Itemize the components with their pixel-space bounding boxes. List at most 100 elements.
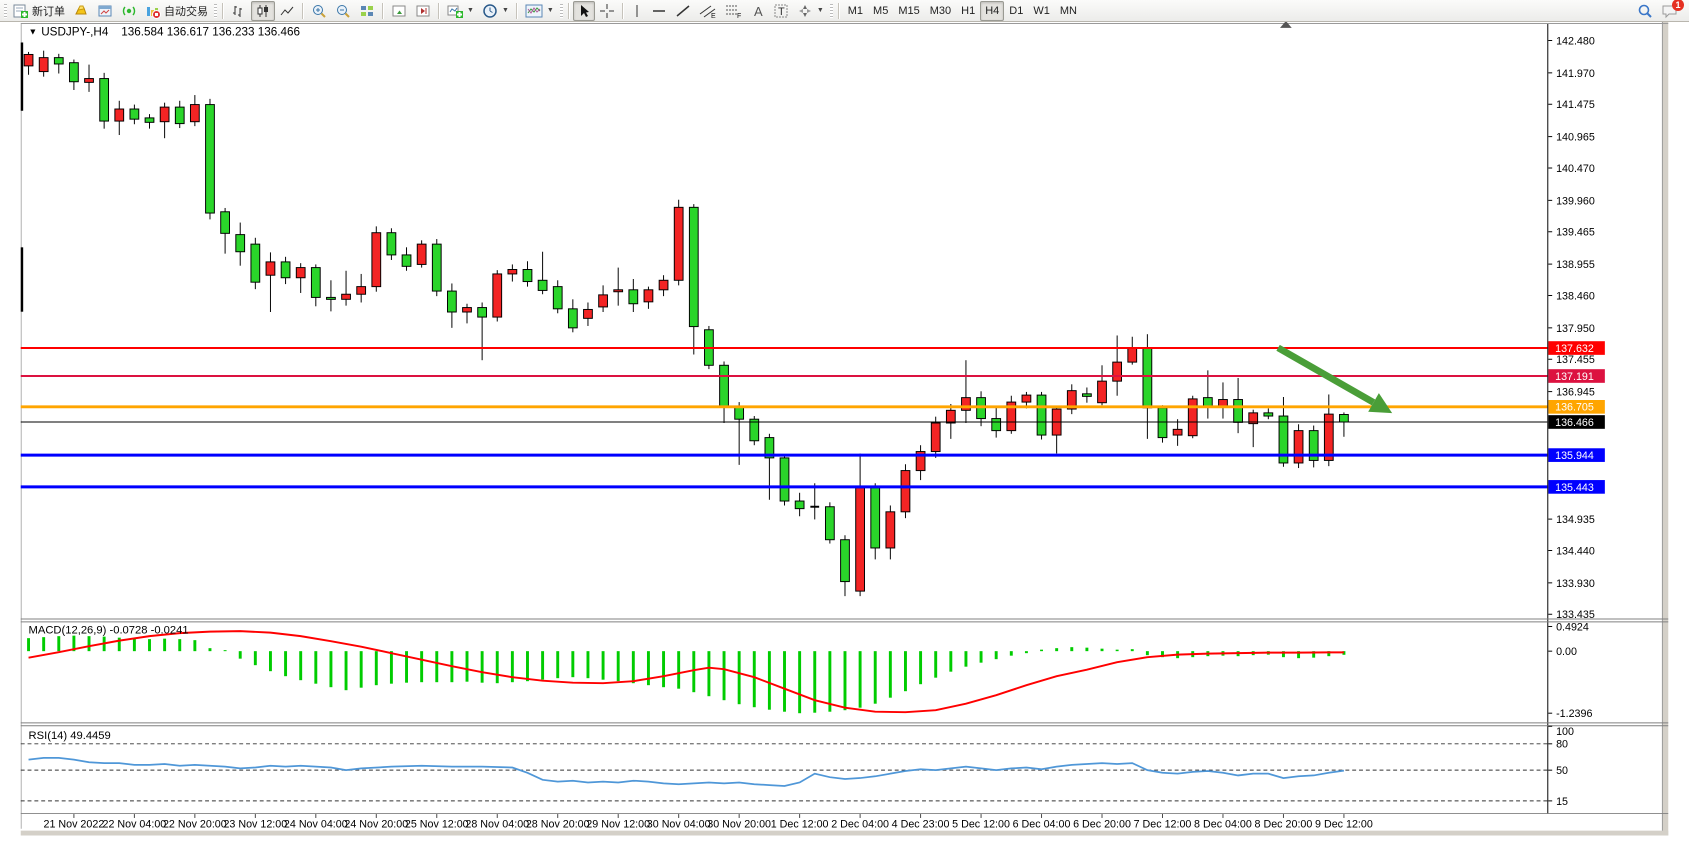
bear-candle: [281, 262, 290, 278]
line-chart-button[interactable]: [275, 1, 299, 21]
auto-arrange-button[interactable]: [387, 1, 411, 21]
indicator-list-button[interactable]: ▼: [521, 1, 558, 21]
macd-axis-label: 0.00: [1556, 646, 1577, 658]
bull-candle: [614, 290, 623, 292]
search-icon: [1637, 3, 1653, 19]
bull-candle: [357, 287, 366, 295]
bear-candle: [54, 58, 63, 64]
bull-candle: [463, 308, 472, 312]
cursor-button[interactable]: [573, 1, 595, 21]
gold-button[interactable]: [69, 1, 93, 21]
autotrade-icon: [145, 3, 161, 19]
search-button[interactable]: [1633, 1, 1657, 21]
bar-chart-button[interactable]: [227, 1, 251, 21]
signals-button[interactable]: [117, 1, 141, 21]
timeframe-w1[interactable]: W1: [1028, 1, 1055, 21]
time-axis-label: 28 Nov 20:00: [526, 819, 590, 831]
fibonacci-button[interactable]: F: [721, 1, 747, 21]
cursor-icon: [577, 3, 591, 19]
label-button[interactable]: T: [769, 1, 793, 21]
step-forward-button[interactable]: [411, 1, 435, 21]
time-axis-label: 8 Dec 20:00: [1255, 819, 1313, 831]
price-level-tag-label: 137.632: [1555, 343, 1594, 355]
bull-candle: [599, 295, 608, 307]
bull-candle: [1098, 381, 1107, 403]
bear-candle: [1264, 413, 1273, 416]
zoom-out-button[interactable]: [331, 1, 355, 21]
bull-candle: [296, 268, 305, 278]
timeframe-m30[interactable]: M30: [925, 1, 956, 21]
bull-candle: [674, 207, 683, 280]
bear-candle: [629, 290, 638, 304]
chart-window: 137.632137.191136.705136.466135.944135.4…: [0, 22, 1689, 855]
text-button[interactable]: A: [747, 1, 769, 21]
symbol-dropdown-marker: ▼: [29, 27, 38, 37]
text-icon: A: [751, 3, 765, 19]
bear-candle: [553, 287, 562, 309]
crosshair-button[interactable]: [595, 1, 619, 21]
line-chart-icon: [279, 3, 295, 19]
bear-candle: [825, 507, 834, 540]
bull-candle: [372, 233, 381, 287]
step-forward-icon: [415, 3, 431, 19]
price-axis-label: 134.440: [1556, 545, 1595, 557]
signals-icon: [121, 3, 137, 19]
svg-text:F: F: [737, 13, 741, 19]
period-clock-button[interactable]: ▼: [478, 1, 513, 21]
price-axis-label: 133.930: [1556, 578, 1595, 590]
add-indicator-button[interactable]: ▼: [443, 1, 478, 21]
bull-candle: [1294, 431, 1303, 463]
price-axis-label: 136.945: [1556, 387, 1595, 399]
bear-candle: [1340, 415, 1349, 422]
tile-windows-button[interactable]: [355, 1, 379, 21]
crosshair-icon: [599, 3, 615, 19]
channel-button[interactable]: E: [695, 1, 721, 21]
timeframe-h4[interactable]: H4: [980, 1, 1004, 21]
vertical-line-icon: [631, 3, 643, 19]
price-axis-label: 137.455: [1556, 354, 1595, 366]
main-toolbar: 新订单 自动交易: [0, 0, 1689, 22]
period-clock-icon: [482, 3, 498, 19]
zoom-in-button[interactable]: [307, 1, 331, 21]
bull-candle: [1188, 399, 1197, 436]
price-axis-label: 141.475: [1556, 99, 1595, 111]
window-edge: [1662, 22, 1668, 836]
new-chart-button[interactable]: [93, 1, 117, 21]
timeframe-d1[interactable]: D1: [1004, 1, 1028, 21]
bear-candle: [100, 79, 109, 121]
bull-candle: [115, 109, 124, 121]
autotrade-button[interactable]: 自动交易: [141, 1, 212, 21]
trendline-button[interactable]: [671, 1, 695, 21]
timeframe-m1[interactable]: M1: [843, 1, 868, 21]
bear-candle: [175, 107, 184, 123]
timeframe-h1[interactable]: H1: [956, 1, 980, 21]
new-order-button[interactable]: 新订单: [9, 1, 69, 21]
price-chart[interactable]: 137.632137.191136.705136.466135.944135.4…: [0, 22, 1689, 855]
svg-text:A: A: [754, 4, 763, 19]
horizontal-line-icon: [651, 3, 667, 19]
bear-candle: [447, 291, 456, 312]
bear-candle: [311, 268, 320, 298]
chat-button[interactable]: 1: [1661, 3, 1679, 19]
timeframe-mn[interactable]: MN: [1055, 1, 1082, 21]
candlestick-icon: [255, 3, 271, 19]
timeframe-group: M1M5M15M30H1H4D1W1MN: [843, 1, 1082, 21]
horizontal-line-button[interactable]: [647, 1, 671, 21]
clipped-candle: [21, 247, 23, 311]
svg-text:E: E: [711, 13, 716, 19]
toolbar-grip[interactable]: [4, 4, 7, 18]
vertical-line-button[interactable]: [627, 1, 647, 21]
bull-candle: [39, 58, 48, 72]
bear-candle: [871, 488, 880, 548]
bear-candle: [992, 419, 1001, 431]
bear-candle: [251, 244, 260, 282]
gold-icon: [73, 3, 89, 19]
bull-candle: [342, 294, 351, 299]
time-axis-label: 28 Nov 04:00: [465, 819, 529, 831]
time-axis-label: 9 Dec 12:00: [1315, 819, 1373, 831]
candlestick-button[interactable]: [251, 1, 275, 21]
timeframe-m15[interactable]: M15: [893, 1, 924, 21]
timeframe-m5[interactable]: M5: [868, 1, 893, 21]
arrows-button[interactable]: ▼: [793, 1, 828, 21]
bear-candle: [478, 308, 487, 318]
